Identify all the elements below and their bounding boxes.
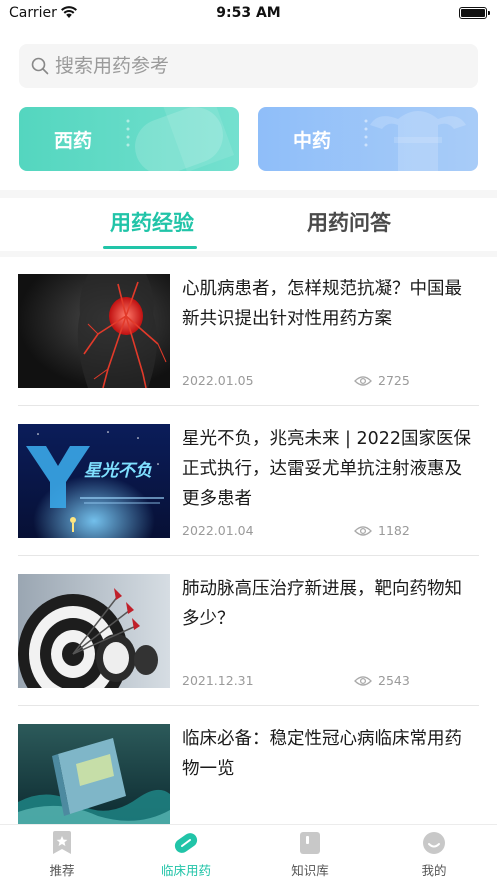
search-input[interactable]: [55, 55, 435, 77]
tab-experience[interactable]: 用药经验: [97, 207, 207, 241]
category-chinese-medicine[interactable]: 中药: [258, 107, 478, 171]
article-views: 1182: [354, 523, 410, 538]
article-date: 2022.01.04: [182, 523, 254, 538]
capsule-decoration-icon: [126, 107, 235, 171]
view-count: 2543: [378, 673, 410, 688]
tab-qa[interactable]: 用药问答: [294, 207, 404, 241]
bottom-tab-bar: 推荐 临床用药 知识库 我的: [0, 824, 497, 883]
book-wave: [18, 724, 170, 824]
search-bar[interactable]: [19, 44, 478, 88]
section-divider: [0, 190, 497, 198]
article-title: 心肌病患者，怎样规范抗凝？中国最新共识提出针对性用药方案: [182, 279, 462, 329]
article-title: 临床必备：稳定性冠心病临床常用药物一览: [182, 729, 462, 779]
article-date: 2022.01.05: [182, 373, 254, 388]
article-title: 星光不负，兆亮未来 | 2022国家医保正式执行，达雷妥尤单抗注射液惠及更多患者: [182, 429, 472, 509]
tabbar-item-profile[interactable]: 我的: [389, 831, 479, 879]
article-item[interactable]: 临床必备：稳定性冠心病临床常用药物一览: [18, 724, 479, 838]
article-item[interactable]: 心肌病患者，怎样规范抗凝？中国最新共识提出针对性用药方案 2022.01.05 …: [18, 274, 479, 388]
star-bookmark-icon: [53, 831, 71, 854]
article-item[interactable]: 星光不负 星光不负，兆亮未来 | 2022国家医保正式执行，达雷妥尤单抗注射液惠…: [18, 424, 479, 538]
tabbar-item-clinical[interactable]: 临床用药: [141, 831, 231, 879]
eye-icon: [354, 375, 372, 386]
article-item[interactable]: 肺动脉高压治疗新进展，靶向药物知多少？ 2021.12.31 2543: [18, 574, 479, 688]
active-tab-indicator: [103, 246, 197, 249]
article-thumbnail: [18, 724, 170, 824]
tabbar-item-knowledge[interactable]: 知识库: [265, 831, 355, 879]
list-divider: [18, 405, 479, 406]
battery-icon: [459, 7, 490, 19]
article-title: 肺动脉高压治疗新进展，靶向药物知多少？: [182, 579, 462, 629]
article-date: 2021.12.31: [182, 673, 254, 688]
tabbar-item-recommend[interactable]: 推荐: [17, 831, 107, 879]
search-icon: [31, 57, 49, 75]
list-divider: [18, 705, 479, 706]
eye-icon: [354, 675, 372, 686]
herb-jar-decoration-icon: [364, 111, 466, 171]
category-western-medicine[interactable]: 西药: [19, 107, 239, 171]
tabbar-label: 推荐: [49, 863, 75, 878]
tabbar-label: 临床用药: [160, 863, 211, 878]
view-count: 1182: [378, 523, 410, 538]
article-views: 2543: [354, 673, 410, 688]
pill-icon: [174, 833, 198, 853]
list-divider: [18, 555, 479, 556]
star-event-banner: 星光不负: [18, 424, 170, 538]
article-thumbnail: [18, 274, 170, 388]
eye-icon: [354, 525, 372, 536]
clock: 9:53 AM: [216, 5, 281, 21]
article-views: 2725: [354, 373, 410, 388]
heart-illustration: [18, 274, 170, 388]
category-label: 西药: [54, 129, 93, 152]
view-count: 2725: [378, 373, 410, 388]
status-bar: Carrier 9:53 AM: [0, 0, 497, 26]
target-darts: [18, 574, 170, 688]
category-label: 中药: [293, 129, 332, 152]
thumbnail-caption: 星光不负: [84, 461, 152, 481]
tabbar-label: 知识库: [291, 863, 329, 878]
tabbar-label: 我的: [421, 863, 447, 878]
article-thumbnail: [18, 574, 170, 688]
article-thumbnail: 星光不负: [18, 424, 170, 538]
profile-icon: [423, 832, 445, 854]
section-divider: [0, 251, 497, 257]
book-icon: [300, 832, 320, 854]
